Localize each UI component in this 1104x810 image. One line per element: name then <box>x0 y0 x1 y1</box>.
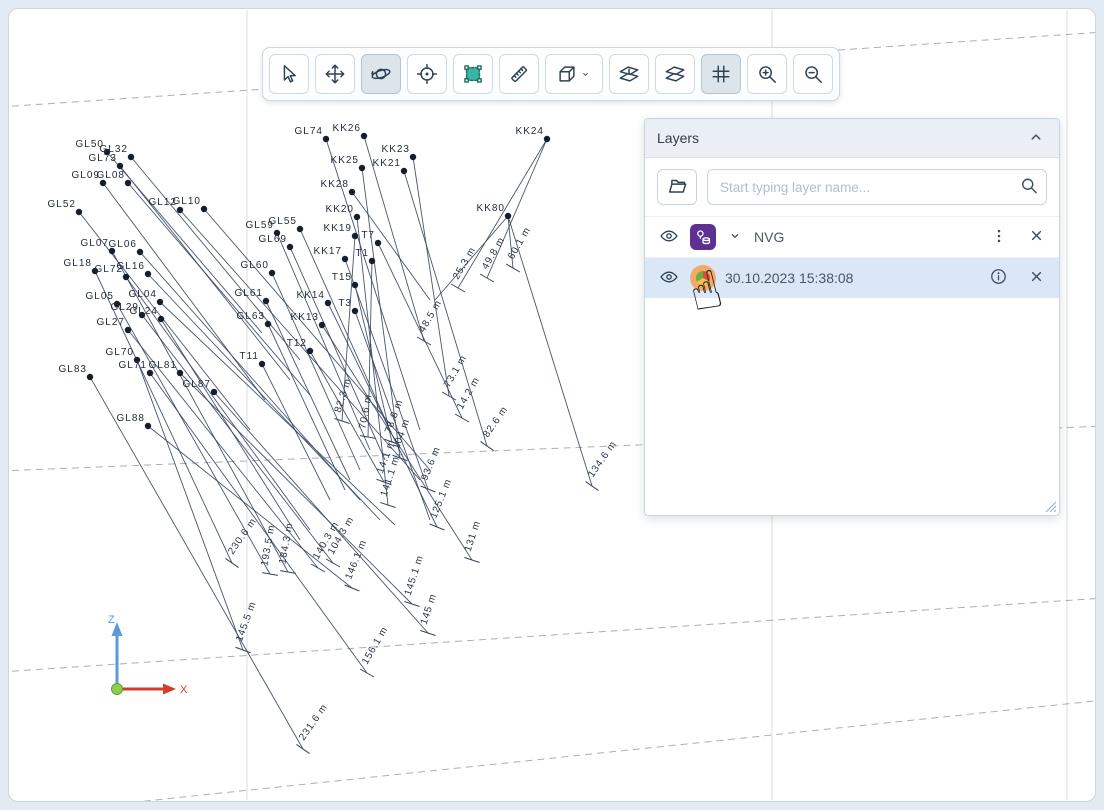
search-icon <box>1019 176 1039 199</box>
close-icon <box>1028 227 1045 247</box>
info-icon <box>989 267 1008 289</box>
layers-panel-title: Layers <box>657 130 699 146</box>
panel-resize-handle[interactable] <box>1044 500 1057 513</box>
panel-collapse-button[interactable] <box>1025 126 1047 151</box>
layer-search-box <box>707 169 1047 205</box>
layer-remove-button[interactable] <box>1026 225 1047 249</box>
toolbar-button-clip-plane[interactable] <box>609 54 649 94</box>
eye-icon <box>659 267 679 290</box>
layer-expand-button[interactable] <box>725 226 745 249</box>
selection-box-icon <box>462 63 484 85</box>
move-icon <box>324 63 346 85</box>
grid-icon <box>710 63 732 85</box>
zoom-out-icon <box>802 63 824 85</box>
toolbar-button-zoom-out[interactable] <box>793 54 833 94</box>
app-window: 230.6 m231.6 m145.5 m156.1 m145 m145.1 m… <box>0 0 1104 810</box>
cursor-icon <box>278 63 300 85</box>
layer-row-actions <box>988 225 1047 250</box>
toolbar-button-measure[interactable] <box>499 54 539 94</box>
nvg-layer-badge <box>690 224 716 250</box>
layer-row-nvg[interactable]: NVG <box>645 216 1059 257</box>
model-layer-badge[interactable] <box>690 265 716 291</box>
toolbar-button-select[interactable] <box>269 54 309 94</box>
toolbar-button-slice-planes[interactable] <box>655 54 695 94</box>
chevron-up-icon <box>1027 128 1045 149</box>
slice-icon <box>664 63 686 85</box>
orbit-icon <box>370 63 392 85</box>
clip-plane-icon <box>618 63 640 85</box>
kebab-menu-icon <box>990 227 1008 248</box>
chevron-down-icon <box>579 68 592 81</box>
toolbar-button-area-select[interactable] <box>453 54 493 94</box>
layer-remove-button[interactable] <box>1026 266 1047 290</box>
layer-search-input[interactable] <box>707 169 1047 205</box>
layers-panel-body <box>645 298 1059 515</box>
toolbar <box>262 47 840 101</box>
close-icon <box>1028 268 1045 288</box>
toolbar-button-grid-toggle[interactable] <box>701 54 741 94</box>
target-icon <box>416 63 438 85</box>
model-layer-logo <box>696 271 710 285</box>
open-folder-button[interactable] <box>657 169 697 205</box>
layers-panel-header: Layers <box>645 119 1059 158</box>
search-button[interactable] <box>1015 172 1043 203</box>
cube-icon <box>556 63 578 85</box>
layer-label: 30.10.2023 15:38:08 <box>725 270 853 286</box>
toolbar-button-orbit[interactable] <box>361 54 401 94</box>
folder-icon <box>666 175 688 200</box>
toolbar-button-view-cube[interactable] <box>545 54 603 94</box>
toolbar-button-focus[interactable] <box>407 54 447 94</box>
layer-visibility-toggle[interactable] <box>657 265 681 292</box>
layers-panel: Layers <box>644 118 1060 516</box>
layer-label: NVG <box>754 229 784 245</box>
layer-row-model[interactable]: 30.10.2023 15:38:08 <box>645 257 1059 298</box>
toolbar-button-pan[interactable] <box>315 54 355 94</box>
layers-search-row <box>645 158 1059 216</box>
layer-menu-button[interactable] <box>988 225 1010 250</box>
ruler-icon <box>508 63 530 85</box>
layer-row-actions <box>987 265 1047 291</box>
layer-visibility-toggle[interactable] <box>657 224 681 251</box>
zoom-in-icon <box>756 63 778 85</box>
toolbar-button-zoom-in[interactable] <box>747 54 787 94</box>
chevron-down-icon <box>727 228 743 247</box>
layer-info-button[interactable] <box>987 265 1010 291</box>
eye-icon <box>659 226 679 249</box>
